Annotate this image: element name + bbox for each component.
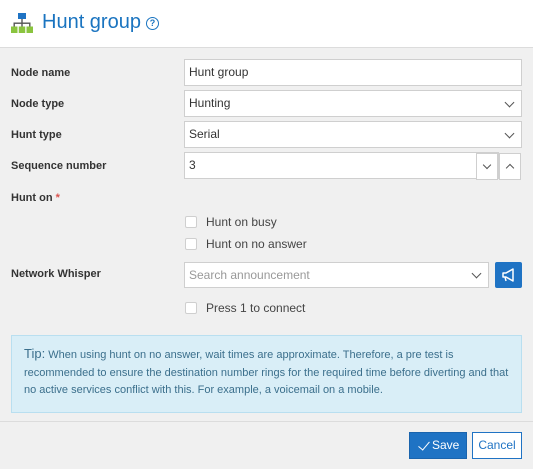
- sequence-number-input[interactable]: 3: [184, 152, 521, 180]
- hunt-on-busy-checkbox[interactable]: [185, 216, 197, 228]
- cancel-button[interactable]: Cancel: [472, 432, 522, 459]
- decrement-button[interactable]: [476, 153, 498, 180]
- save-label: Save: [432, 438, 460, 452]
- chevron-down-icon: [482, 160, 492, 170]
- help-icon[interactable]: ?: [146, 17, 159, 30]
- node-type-value: Hunting: [189, 96, 231, 110]
- save-button[interactable]: Save: [409, 432, 467, 459]
- chevron-down-icon: [471, 268, 482, 279]
- hunt-type-select[interactable]: Serial: [184, 121, 522, 148]
- megaphone-icon: [502, 268, 514, 282]
- required-mark: *: [55, 192, 60, 204]
- announcement-search-placeholder: Search announcement: [189, 268, 310, 282]
- node-name-label: Node name: [11, 67, 71, 79]
- chevron-up-icon: [505, 163, 515, 173]
- sequence-number-value: 3: [189, 158, 196, 172]
- hunt-type-value: Serial: [189, 127, 220, 141]
- increment-button[interactable]: [499, 153, 521, 180]
- tip-text: When using hunt on no answer, wait times…: [24, 349, 509, 396]
- hunt-type-label: Hunt type: [11, 129, 62, 141]
- page-title: Hunt group: [42, 11, 141, 33]
- press-1-checkbox[interactable]: [185, 302, 197, 314]
- hunt-on-label: Hunt on *: [11, 192, 60, 204]
- hunt-on-no-answer-checkbox[interactable]: [185, 238, 197, 250]
- hunt-on-no-answer-label: Hunt on no answer: [206, 237, 307, 251]
- tip-box: Tip: When using hunt on no answer, wait …: [11, 335, 522, 413]
- announcement-search-select[interactable]: Search announcement: [184, 262, 489, 288]
- node-type-select[interactable]: Hunting: [184, 90, 522, 117]
- node-name-input[interactable]: Hunt group: [184, 59, 522, 86]
- hunt-on-busy-label: Hunt on busy: [206, 215, 277, 229]
- hunt-group-icon: [11, 13, 33, 33]
- check-icon: [418, 438, 430, 451]
- sequence-number-label: Sequence number: [11, 160, 107, 172]
- play-announcement-button[interactable]: [495, 262, 522, 288]
- tip-heading: Tip:: [24, 346, 46, 361]
- chevron-down-icon: [504, 97, 515, 108]
- dialog-footer: Save Cancel: [0, 421, 533, 469]
- press-1-label: Press 1 to connect: [206, 301, 306, 315]
- hunt-group-form: Node name Hunt group Node type Hunting H…: [0, 49, 533, 421]
- network-whisper-label: Network Whisper: [11, 268, 101, 280]
- hunt-on-label-text: Hunt on: [11, 192, 53, 204]
- chevron-down-icon: [504, 128, 515, 139]
- node-type-label: Node type: [11, 98, 65, 110]
- page-header: Hunt group ?: [0, 0, 533, 48]
